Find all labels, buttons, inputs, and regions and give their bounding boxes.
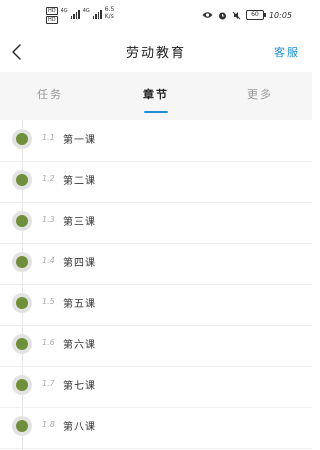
chapter-title: 第七课: [63, 381, 96, 392]
chapter-item[interactable]: 1.6 第六课: [0, 325, 312, 367]
chapter-item[interactable]: 1.2 第二课: [0, 161, 312, 203]
signal-icon: [92, 9, 102, 19]
tab-tasks[interactable]: 任务: [20, 86, 80, 102]
chapter-status-dot: [12, 293, 32, 313]
battery-icon: 60: [245, 10, 266, 20]
chapter-title: 第三课: [63, 217, 96, 228]
chapter-item[interactable]: 1.1 第一课: [0, 120, 312, 162]
tab-more[interactable]: 更多: [230, 86, 290, 102]
chapter-item[interactable]: 1.3 第三课: [0, 202, 312, 244]
chapter-item[interactable]: 1.4 第四课: [0, 243, 312, 285]
network-type-label: 4G: [82, 8, 90, 14]
chapter-status-dot: [12, 129, 32, 149]
chapter-title: 第一课: [63, 135, 96, 146]
chapter-number: 1.5: [42, 297, 55, 306]
page-title: 劳动教育: [125, 46, 186, 61]
network-speed: 6.5 K/s: [105, 7, 115, 20]
signal-icon: [70, 9, 80, 19]
status-right: 60 10:05: [202, 10, 292, 20]
chapter-status-dot: [12, 211, 32, 231]
chapter-number: 1.2: [42, 174, 55, 183]
chapter-status-dot: [12, 334, 32, 354]
chapter-number: 1.8: [42, 420, 55, 429]
chapter-title: 第五课: [63, 299, 96, 310]
chapter-status-dot: [12, 375, 32, 395]
chapter-number: 1.6: [42, 338, 55, 347]
customer-service-button[interactable]: 客服: [274, 44, 300, 60]
network-type-label: 4G: [60, 8, 68, 14]
chapter-list: 1.1 第一课 1.2 第二课 1.3 第三课 1.4 第四课 1.5 第五课 …: [0, 120, 312, 450]
chapter-status-dot: [12, 252, 32, 272]
chapter-number: 1.4: [42, 256, 55, 265]
chapter-number: 1.7: [42, 379, 55, 388]
status-left: HD HD 4G 4G 6.5 K/s: [46, 7, 114, 24]
chapter-title: 第六课: [63, 340, 96, 351]
chapter-title: 第四课: [63, 258, 96, 269]
active-tab-indicator: [144, 111, 168, 113]
chapter-number: 1.1: [42, 133, 55, 142]
eye-icon: [202, 12, 213, 18]
hd-indicators: HD HD: [46, 7, 58, 24]
tab-bar: 任务 章节 更多: [0, 72, 312, 120]
chapter-item[interactable]: 1.5 第五课: [0, 284, 312, 326]
chapter-title: 第二课: [63, 176, 96, 187]
tab-chapters[interactable]: 章节: [126, 86, 186, 102]
status-bar: HD HD 4G 4G 6.5 K/s 60 10:05: [0, 0, 312, 30]
hd-badge: HD: [46, 7, 58, 15]
chapter-status-dot: [12, 416, 32, 436]
alarm-icon: [218, 12, 226, 19]
chapter-title: 第八课: [63, 422, 96, 433]
chapter-status-dot: [12, 170, 32, 190]
clock-time: 10:05: [268, 10, 292, 20]
network-speed-unit: K/s: [104, 13, 114, 20]
hd-badge: HD: [46, 16, 58, 24]
chapter-number: 1.3: [42, 215, 55, 224]
mute-icon: [232, 11, 241, 19]
nav-bar: 劳动教育 客服: [0, 32, 312, 72]
chapter-item[interactable]: 1.8 第八课: [0, 407, 312, 449]
chapter-item[interactable]: 1.7 第七课: [0, 366, 312, 408]
